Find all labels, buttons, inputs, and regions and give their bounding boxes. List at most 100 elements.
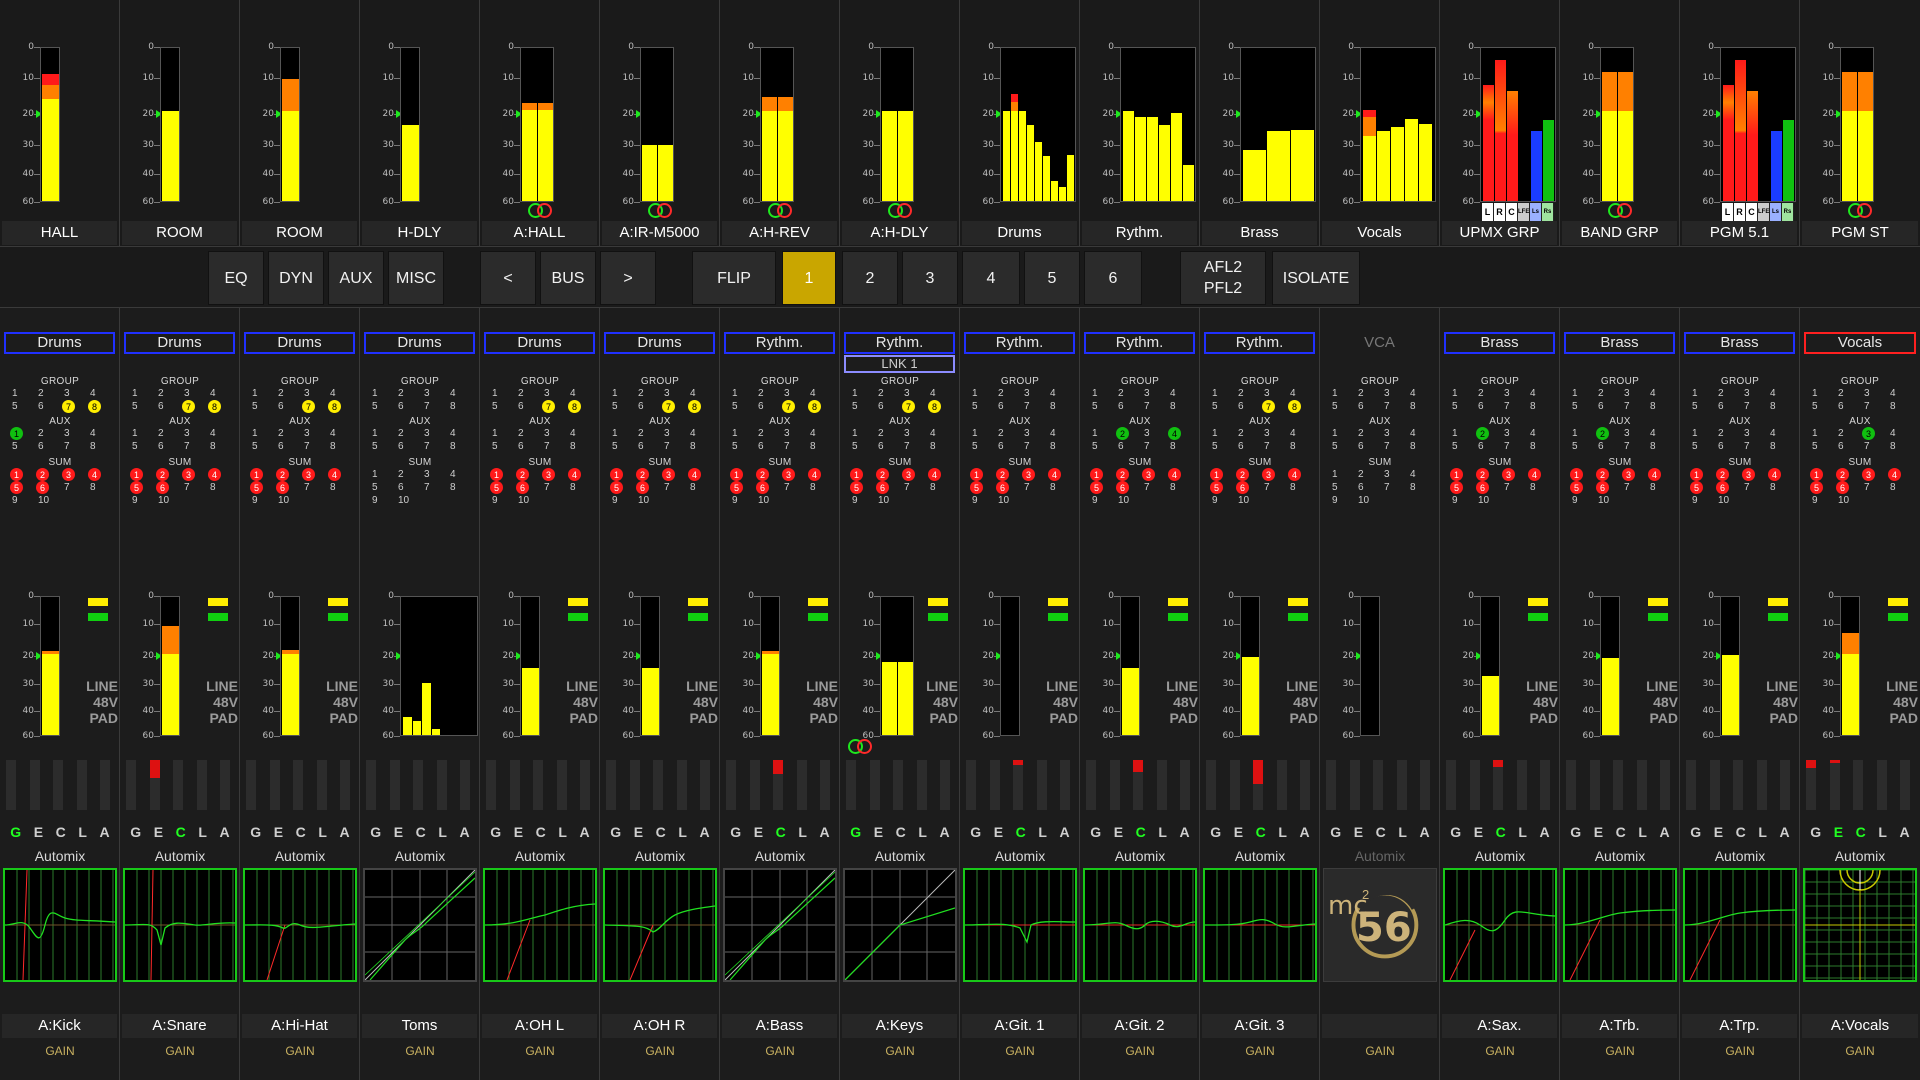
group-assign-5[interactable]: 5 xyxy=(1450,400,1476,413)
bridge-strip-name[interactable]: UPMX GRP xyxy=(1442,221,1557,245)
sum-assign-8[interactable]: 8 xyxy=(1888,481,1914,494)
sum-assign-6[interactable]: 6 xyxy=(1116,481,1142,494)
sum-assign-3[interactable]: 3 xyxy=(1022,468,1048,481)
sum-assign-2[interactable]: 2 xyxy=(636,468,662,481)
group-tag[interactable]: Rythm. xyxy=(1204,332,1315,354)
sum-assign-8[interactable]: 8 xyxy=(688,481,714,494)
group-assign-4[interactable]: 4 xyxy=(928,387,954,400)
sum-assign-8[interactable]: 8 xyxy=(1168,481,1194,494)
group-assign-1[interactable]: 1 xyxy=(610,387,636,400)
aux-assign-2[interactable]: 2 xyxy=(996,427,1022,440)
process-indicator[interactable]: G xyxy=(1210,824,1221,840)
sum-assign-4[interactable]: 4 xyxy=(448,468,474,481)
aux-assign-1[interactable]: 1 xyxy=(1090,427,1116,440)
sum-assign-6[interactable]: 6 xyxy=(36,481,62,494)
sum-assign-4[interactable]: 4 xyxy=(568,468,594,481)
gain-label[interactable]: GAIN xyxy=(1800,1044,1920,1058)
sum-assign-6[interactable]: 6 xyxy=(396,481,422,494)
group-assign-6[interactable]: 6 xyxy=(396,400,422,413)
aux-assign-8[interactable]: 8 xyxy=(448,440,474,453)
sum-assign-10[interactable]: 10 xyxy=(516,494,542,507)
group-assign-1[interactable]: 1 xyxy=(1330,387,1356,400)
sum-assign-10[interactable]: 10 xyxy=(1476,494,1502,507)
bridge-strip[interactable]: 0 10 20 30 40 60 PGM ST xyxy=(1800,0,1920,246)
sum-assign-1[interactable]: 1 xyxy=(1690,468,1716,481)
group-assign-4[interactable]: 4 xyxy=(448,387,474,400)
group-assign-3[interactable]: 3 xyxy=(1262,387,1288,400)
process-indicator[interactable]: L xyxy=(798,824,807,840)
sum-assign-7[interactable]: 7 xyxy=(1142,481,1168,494)
group-tag[interactable]: Brass xyxy=(1684,332,1795,354)
sum-assign-10[interactable]: 10 xyxy=(276,494,302,507)
sum-assign-9[interactable]: 9 xyxy=(370,494,396,507)
aux-assign-3[interactable]: 3 xyxy=(1142,427,1168,440)
gain-label[interactable]: GAIN xyxy=(600,1044,720,1058)
group-assign-2[interactable]: 2 xyxy=(396,387,422,400)
aux-button[interactable]: AUX xyxy=(328,251,384,305)
sum-assign-2[interactable]: 2 xyxy=(1716,468,1742,481)
aux-assign-8[interactable]: 8 xyxy=(1648,440,1674,453)
sum-assign-3[interactable]: 3 xyxy=(62,468,88,481)
sum-assign-3[interactable]: 3 xyxy=(182,468,208,481)
automix-label[interactable]: Automix xyxy=(0,848,120,864)
sum-assign-2[interactable]: 2 xyxy=(996,468,1022,481)
aux-assign-5[interactable]: 5 xyxy=(1810,440,1836,453)
sum-assign-4[interactable]: 4 xyxy=(928,468,954,481)
process-indicator[interactable]: A xyxy=(1180,824,1190,840)
sum-assign-9[interactable]: 9 xyxy=(10,494,36,507)
sum-assign-2[interactable]: 2 xyxy=(1356,468,1382,481)
sum-assign-9[interactable]: 9 xyxy=(490,494,516,507)
sum-assign-4[interactable]: 4 xyxy=(1768,468,1794,481)
channel-name[interactable]: A:OH R xyxy=(602,1014,717,1038)
group-assign-3[interactable]: 3 xyxy=(782,387,808,400)
process-indicator[interactable]: E xyxy=(754,824,763,840)
process-indicator[interactable]: E xyxy=(394,824,403,840)
group-tag[interactable]: Drums xyxy=(484,332,595,354)
aux-assign-5[interactable]: 5 xyxy=(1330,440,1356,453)
aux-assign-5[interactable]: 5 xyxy=(250,440,276,453)
sum-assign-6[interactable]: 6 xyxy=(516,481,542,494)
aux-assign-4[interactable]: 4 xyxy=(208,427,234,440)
process-indicator[interactable]: C xyxy=(536,824,546,840)
group-assign-2[interactable]: 2 xyxy=(1716,387,1742,400)
sum-assign-9[interactable]: 9 xyxy=(1330,494,1356,507)
process-indicator[interactable]: G xyxy=(1450,824,1461,840)
group-assign-8[interactable]: 8 xyxy=(1048,400,1074,413)
group-assign-4[interactable]: 4 xyxy=(1288,387,1314,400)
process-indicator[interactable]: L xyxy=(1278,824,1287,840)
aux-assign-2[interactable]: 2 xyxy=(36,427,62,440)
sum-assign-4[interactable]: 4 xyxy=(808,468,834,481)
process-indicator[interactable]: A xyxy=(1060,824,1070,840)
group-assign-2[interactable]: 2 xyxy=(1836,387,1862,400)
aux-assign-3[interactable]: 3 xyxy=(302,427,328,440)
sum-assign-1[interactable]: 1 xyxy=(1810,468,1836,481)
aux-assign-6[interactable]: 6 xyxy=(996,440,1022,453)
sum-assign-8[interactable]: 8 xyxy=(1048,481,1074,494)
eq-curve-graph[interactable] xyxy=(1683,868,1797,982)
group-assign-5[interactable]: 5 xyxy=(1690,400,1716,413)
process-indicator[interactable]: G xyxy=(1810,824,1821,840)
sum-assign-6[interactable]: 6 xyxy=(1356,481,1382,494)
sum-assign-7[interactable]: 7 xyxy=(1502,481,1528,494)
group-assign-1[interactable]: 1 xyxy=(730,387,756,400)
aux-assign-7[interactable]: 7 xyxy=(182,440,208,453)
group-assign-7[interactable]: 7 xyxy=(1862,400,1888,413)
sum-assign-10[interactable]: 10 xyxy=(1716,494,1742,507)
sum-assign-8[interactable]: 8 xyxy=(208,481,234,494)
automix-label[interactable]: Automix xyxy=(840,848,960,864)
process-indicator[interactable]: L xyxy=(1038,824,1047,840)
group-assign-7[interactable]: 7 xyxy=(422,400,448,413)
aux-assign-8[interactable]: 8 xyxy=(1288,440,1314,453)
bridge-strip-name[interactable]: ROOM xyxy=(122,221,237,245)
group-assign-7[interactable]: 7 xyxy=(782,400,808,413)
aux-assign-7[interactable]: 7 xyxy=(302,440,328,453)
aux-assign-5[interactable]: 5 xyxy=(1690,440,1716,453)
sum-assign-1[interactable]: 1 xyxy=(610,468,636,481)
sum-assign-5[interactable]: 5 xyxy=(1330,481,1356,494)
sum-assign-1[interactable]: 1 xyxy=(1450,468,1476,481)
aux-assign-2[interactable]: 2 xyxy=(1236,427,1262,440)
aux-assign-1[interactable]: 1 xyxy=(250,427,276,440)
sum-assign-9[interactable]: 9 xyxy=(1450,494,1476,507)
sum-assign-6[interactable]: 6 xyxy=(1236,481,1262,494)
sum-assign-1[interactable]: 1 xyxy=(370,468,396,481)
